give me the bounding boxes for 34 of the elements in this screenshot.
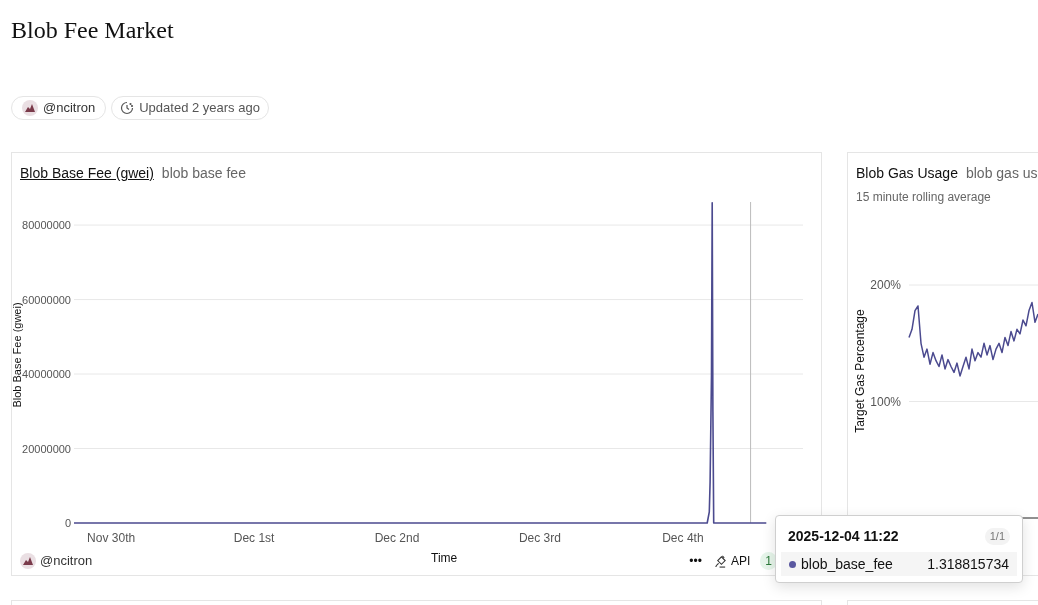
y-tick-label: 200% bbox=[870, 278, 901, 292]
tooltip-time: 2025-12-04 11:22 bbox=[788, 527, 899, 546]
y-tick-label: 0 bbox=[64, 517, 71, 529]
x-tick-label: Dec 4th bbox=[662, 531, 704, 545]
more-button[interactable]: ••• bbox=[687, 552, 704, 570]
x-tick-label: Dec 2nd bbox=[374, 531, 420, 545]
y-tick-label: 40000000 bbox=[22, 368, 71, 381]
chart-subtitle: blob base fee bbox=[161, 164, 246, 183]
avatar-icon bbox=[22, 100, 38, 116]
x-tick-label: Dec 1st bbox=[233, 531, 275, 545]
x-axis-title: Time bbox=[431, 550, 458, 567]
chart-subtitle: blob gas us bbox=[965, 164, 1038, 183]
y-tick-label: 20000000 bbox=[22, 442, 71, 455]
clock-icon bbox=[120, 101, 135, 115]
plug-icon bbox=[713, 554, 727, 568]
chart-note: 15 minute rolling average bbox=[855, 189, 992, 206]
chart-title-link[interactable]: Blob Base Fee (gwei) bbox=[20, 163, 154, 184]
avatar-icon bbox=[20, 553, 36, 569]
y-axis-title: Blob Base Fee (gwei) bbox=[12, 302, 23, 408]
x-tick-label: Dec 3rd bbox=[518, 531, 561, 545]
author-name[interactable]: @ncitron bbox=[40, 551, 93, 571]
series-name: blob_base_fee bbox=[801, 554, 893, 574]
api-button[interactable]: API bbox=[713, 552, 751, 570]
x-tick-label: Nov 30th bbox=[87, 531, 136, 545]
author-name: @ncitron bbox=[43, 99, 96, 118]
y-axis-title: Target Gas Percentage bbox=[853, 309, 867, 433]
page-title: Blob Fee Market bbox=[11, 18, 174, 42]
y-tick-label: 100% bbox=[870, 394, 901, 409]
chart-title: Blob Gas Usage bbox=[856, 164, 958, 183]
y-tick-label: 80000000 bbox=[22, 219, 71, 232]
updated-text: Updated 2 years ago bbox=[139, 99, 260, 118]
tooltip-count: 1/1 bbox=[984, 528, 1010, 545]
series-value: 1.318815734 bbox=[927, 554, 1009, 574]
y-tick-label: 60000000 bbox=[22, 293, 71, 306]
